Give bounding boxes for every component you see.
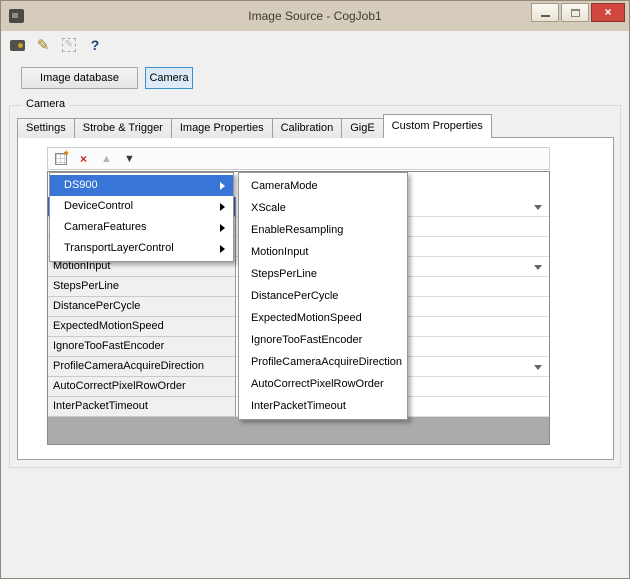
custom-properties-tab-page: × ▲ ▼ CameraMode XScale EnableResampling… <box>17 137 614 460</box>
camera-tabs: Settings Strobe & Trigger Image Properti… <box>17 114 492 138</box>
menu-item-ds900[interactable]: DS900 <box>50 175 233 196</box>
titlebar: Image Source - CogJob1 × <box>1 1 629 31</box>
menu-item-label: DeviceControl <box>64 200 133 212</box>
combo-dropdown-icon[interactable] <box>534 365 542 370</box>
minimize-icon <box>541 15 550 17</box>
tab-strobe-trigger[interactable]: Strobe & Trigger <box>74 118 172 138</box>
submenu-item[interactable]: ProfileCameraAcquireDirection <box>239 351 407 373</box>
submenu-item[interactable]: XScale <box>239 197 407 219</box>
submenu-arrow-icon <box>220 182 225 190</box>
property-category-context-menu: DS900 DeviceControl CameraFeatures Trans… <box>49 172 234 262</box>
property-name-cell[interactable]: StepsPerLine <box>48 277 236 297</box>
move-down-icon[interactable]: ▼ <box>122 151 137 166</box>
new-item-icon <box>55 153 67 165</box>
camera-icon <box>10 40 25 51</box>
submenu-item[interactable]: AutoCorrectPixelRowOrder <box>239 373 407 395</box>
tab-custom-properties[interactable]: Custom Properties <box>383 114 492 138</box>
up-arrow-icon: ▲ <box>101 153 112 165</box>
tab-settings[interactable]: Settings <box>17 118 75 138</box>
submenu-item[interactable]: InterPacketTimeout <box>239 395 407 417</box>
submenu-item[interactable]: CameraMode <box>239 175 407 197</box>
setup-pen-icon[interactable]: ✎ <box>34 36 52 54</box>
add-property-icon[interactable] <box>53 151 68 166</box>
menu-item-transportlayercontrol[interactable]: TransportLayerControl <box>50 238 233 259</box>
submenu-item[interactable]: DistancePerCycle <box>239 285 407 307</box>
move-up-icon: ▲ <box>99 151 114 166</box>
help-icon[interactable]: ? <box>86 36 104 54</box>
app-icon <box>9 9 24 23</box>
window-controls: × <box>529 3 625 22</box>
maximize-button[interactable] <box>561 3 589 22</box>
menu-item-devicecontrol[interactable]: DeviceControl <box>50 196 233 217</box>
camera-button[interactable]: Camera <box>145 67 193 89</box>
combo-dropdown-icon[interactable] <box>534 205 542 210</box>
property-grid-toolbar: × ▲ ▼ <box>47 147 550 170</box>
menu-item-camerafeatures[interactable]: CameraFeatures <box>50 217 233 238</box>
property-name-cell[interactable]: ProfileCameraAcquireDirection <box>48 357 236 377</box>
combo-dropdown-icon[interactable] <box>534 265 542 270</box>
dashed-box-icon: ✎ <box>62 38 76 52</box>
submenu-item[interactable]: StepsPerLine <box>239 263 407 285</box>
close-button[interactable]: × <box>591 3 625 22</box>
property-name-cell[interactable]: ExpectedMotionSpeed <box>48 317 236 337</box>
ds900-submenu: CameraMode XScale EnableResampling Motio… <box>238 172 408 420</box>
property-name-cell[interactable]: IgnoreTooFastEncoder <box>48 337 236 357</box>
submenu-arrow-icon <box>220 203 225 211</box>
menu-item-label: TransportLayerControl <box>64 242 174 254</box>
tab-calibration[interactable]: Calibration <box>272 118 343 138</box>
submenu-arrow-icon <box>220 245 225 253</box>
acquire-camera-icon[interactable] <box>8 36 26 54</box>
submenu-item[interactable]: MotionInput <box>239 241 407 263</box>
main-toolbar: ✎ ✎ ? <box>8 35 104 55</box>
tab-image-properties[interactable]: Image Properties <box>171 118 273 138</box>
camera-group-label: Camera <box>22 98 69 110</box>
delete-property-icon[interactable]: × <box>76 151 91 166</box>
down-arrow-icon: ▼ <box>124 153 135 165</box>
maximize-icon <box>571 9 580 17</box>
menu-item-label: DS900 <box>64 179 98 191</box>
delete-x-icon: × <box>80 152 87 166</box>
pen-icon: ✎ <box>37 36 50 54</box>
minimize-button[interactable] <box>531 3 559 22</box>
menu-item-label: CameraFeatures <box>64 221 147 233</box>
submenu-arrow-icon <box>220 224 225 232</box>
property-name-cell[interactable]: AutoCorrectPixelRowOrder <box>48 377 236 397</box>
submenu-item[interactable]: EnableResampling <box>239 219 407 241</box>
submenu-item[interactable]: IgnoreTooFastEncoder <box>239 329 407 351</box>
submenu-item[interactable]: ExpectedMotionSpeed <box>239 307 407 329</box>
question-mark-icon: ? <box>91 37 100 53</box>
property-name-cell[interactable]: InterPacketTimeout <box>48 397 236 417</box>
property-name-cell[interactable]: DistancePerCycle <box>48 297 236 317</box>
disabled-pen-icon: ✎ <box>60 36 78 54</box>
tab-gige[interactable]: GigE <box>341 118 383 138</box>
image-source-window: Image Source - CogJob1 × ✎ ✎ ? Image dat… <box>0 0 630 579</box>
image-database-button[interactable]: Image database <box>21 67 138 89</box>
